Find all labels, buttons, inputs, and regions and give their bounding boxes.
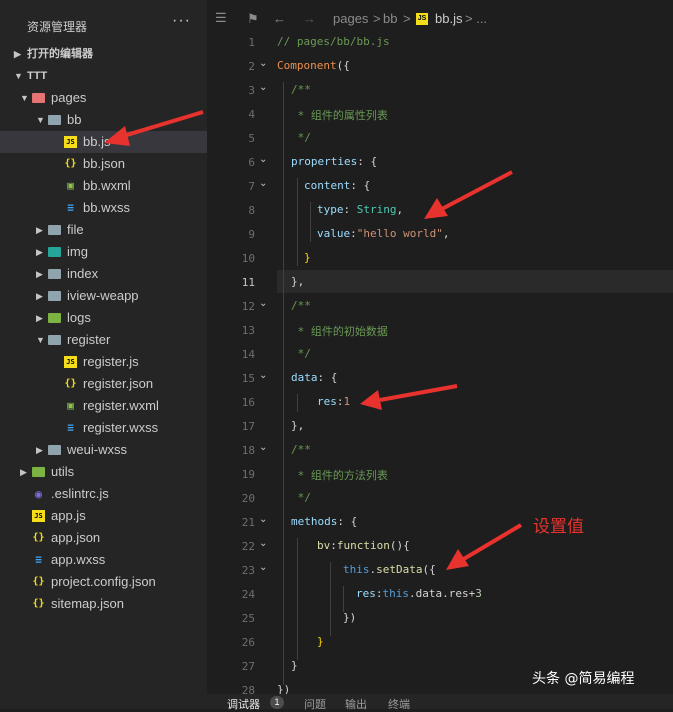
tab-problems[interactable]: 问题 (304, 696, 326, 712)
annotation-arrows (104, 110, 523, 570)
tab-output[interactable]: 输出 (345, 696, 367, 712)
tab-terminal[interactable]: 终端 (388, 696, 410, 712)
annotation-set-value: 设置值 (533, 517, 584, 537)
arrow-to-hello-world (424, 170, 513, 219)
arrow-to-res (360, 384, 458, 410)
debugger-badge: 1 (270, 696, 284, 709)
bottom-panel-tabs: 调试器 1 问题 输出 终端 (207, 694, 673, 712)
watermark: 头条 @简易编程 (532, 671, 635, 687)
arrow-to-bb-js (104, 110, 204, 146)
tab-debugger[interactable]: 调试器 (227, 696, 260, 712)
arrow-to-setdata (446, 523, 523, 570)
